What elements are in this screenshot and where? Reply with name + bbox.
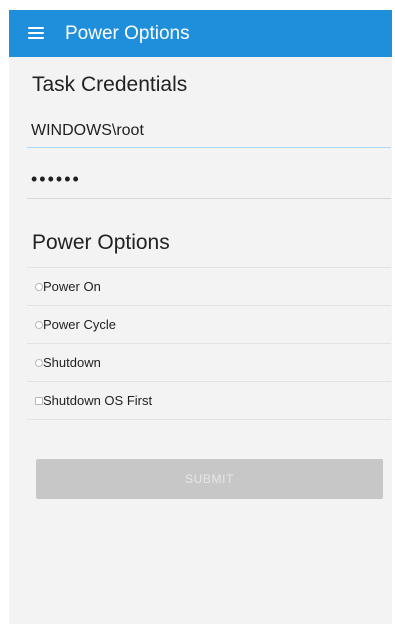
username-value: WINDOWS\root: [31, 122, 144, 139]
password-mask: ••••••: [31, 169, 81, 189]
power-option-row-power-cycle[interactable]: Power Cycle: [27, 305, 391, 343]
power-options-list: Power On Power Cycle Shutdown Shutdown O…: [27, 267, 391, 420]
app-bar-title: Power Options: [65, 23, 190, 44]
app-bar: Power Options: [9, 10, 392, 57]
submit-button-label: SUBMIT: [185, 472, 234, 486]
power-option-row-power-on[interactable]: Power On: [27, 267, 391, 305]
task-credentials-title: Task Credentials: [32, 73, 188, 96]
checkbox-icon[interactable]: [35, 397, 43, 405]
shutdown-os-first-label: Shutdown OS First: [43, 393, 153, 408]
shutdown-label: Shutdown: [43, 355, 101, 370]
hamburger-line: [28, 37, 44, 39]
power-option-row-shutdown-os-first[interactable]: Shutdown OS First: [27, 381, 391, 420]
power-options-screen: Power Options Task Credentials WINDOWS\r…: [9, 10, 392, 624]
power-option-row-shutdown[interactable]: Shutdown: [27, 343, 391, 381]
radio-icon[interactable]: [35, 283, 43, 291]
radio-icon[interactable]: [35, 359, 43, 367]
submit-button[interactable]: SUBMIT: [36, 459, 383, 499]
power-cycle-label: Power Cycle: [43, 317, 116, 332]
power-on-label: Power On: [43, 279, 101, 294]
hamburger-line: [28, 32, 44, 34]
radio-icon[interactable]: [35, 321, 43, 329]
hamburger-line: [28, 27, 44, 29]
username-field[interactable]: WINDOWS\root: [27, 117, 391, 148]
hamburger-menu-icon[interactable]: [28, 27, 44, 40]
power-options-title: Power Options: [32, 231, 170, 254]
password-field[interactable]: ••••••: [27, 168, 391, 199]
